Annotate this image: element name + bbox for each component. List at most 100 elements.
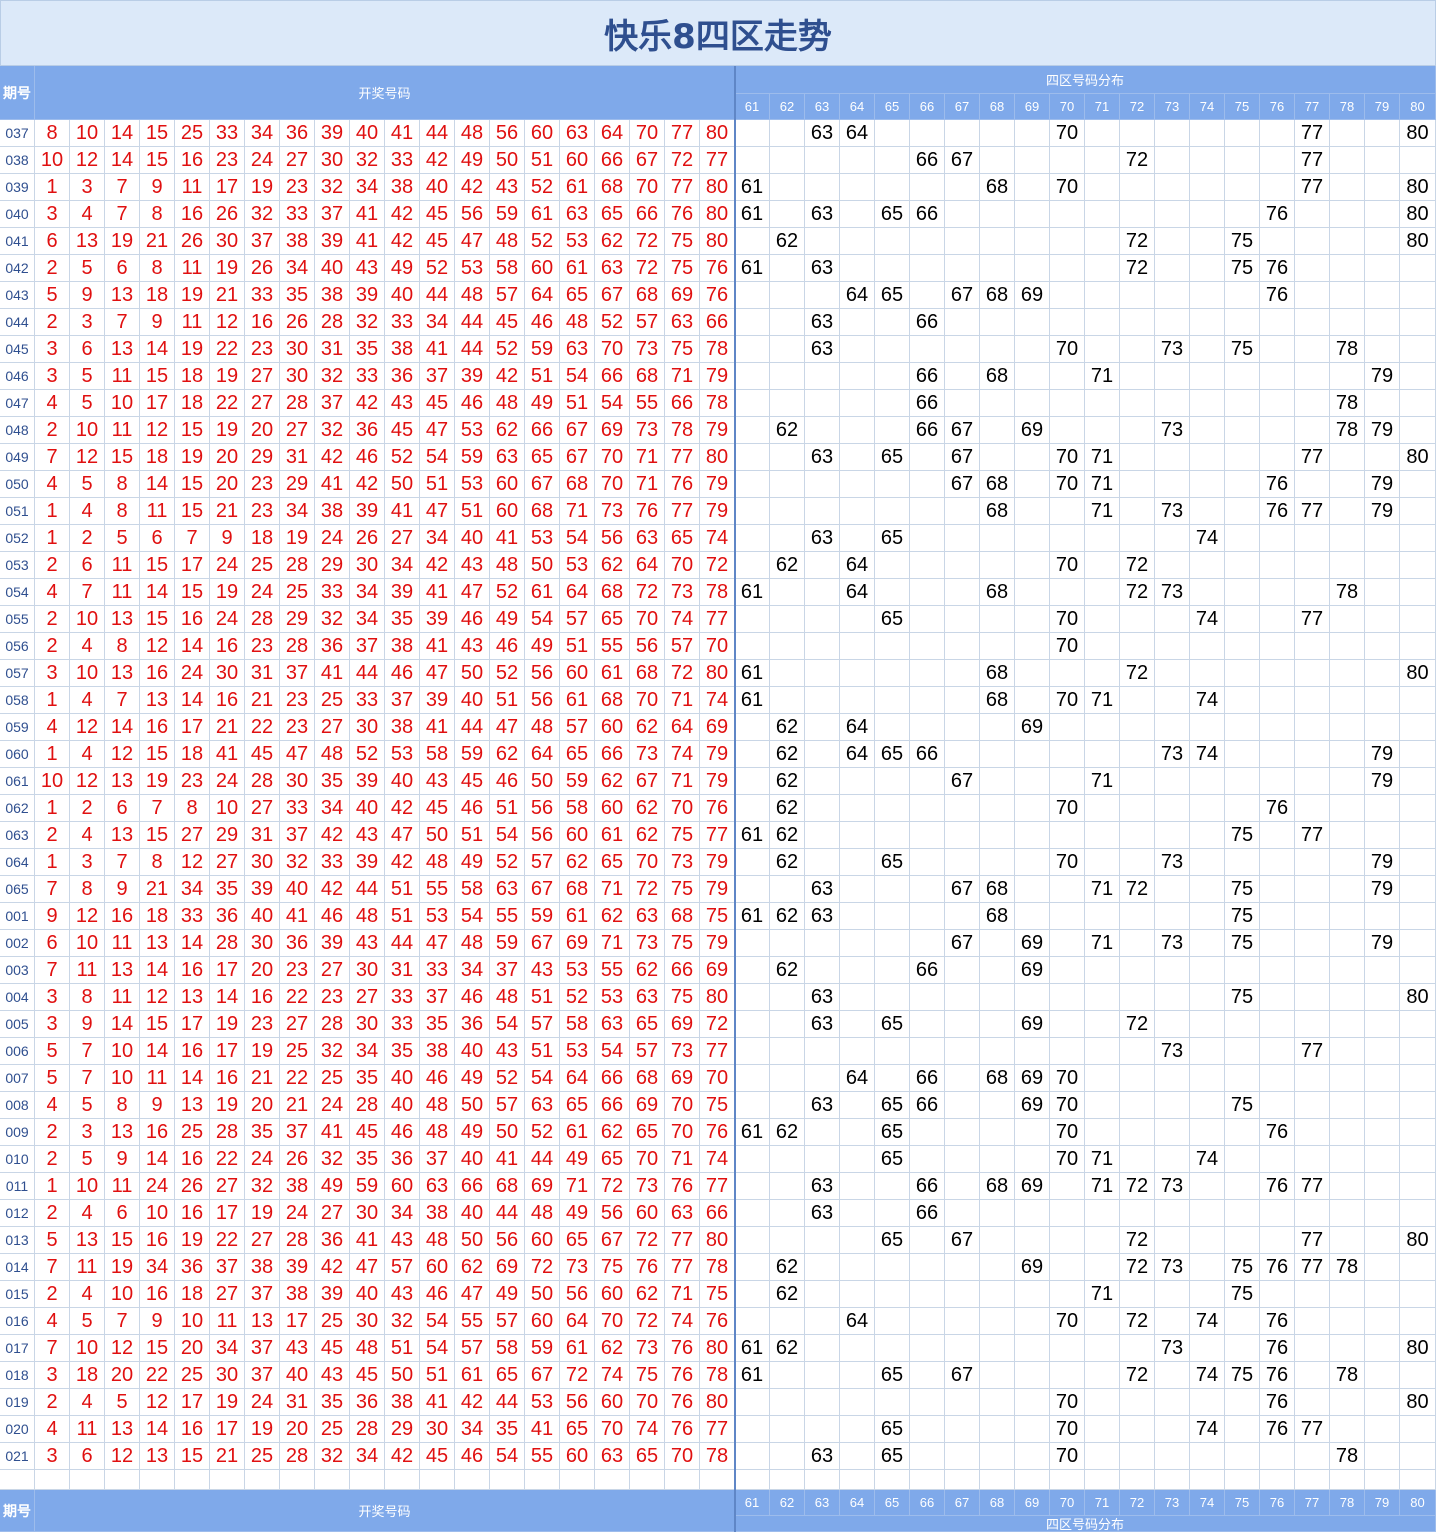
draw-number: 77	[665, 1227, 700, 1254]
zone-empty	[910, 1362, 945, 1389]
draw-number: 79	[700, 363, 735, 390]
zone-empty	[875, 228, 910, 255]
draw-number: 76	[700, 282, 735, 309]
zone-empty	[840, 498, 875, 525]
zone-empty	[805, 606, 840, 633]
draw-number: 70	[700, 1065, 735, 1092]
draw-number: 2	[35, 1281, 70, 1308]
draw-number: 75	[665, 876, 700, 903]
zone-empty	[1225, 1335, 1260, 1362]
zone-hit: 70	[1050, 552, 1085, 579]
draw-number: 9	[105, 876, 140, 903]
draw-number: 44	[455, 714, 490, 741]
zone-empty	[1120, 309, 1155, 336]
draw-number: 58	[560, 1011, 595, 1038]
draw-number: 4	[35, 1308, 70, 1335]
zone-empty	[735, 552, 770, 579]
zone-hit: 67	[945, 1227, 980, 1254]
zone-empty	[1085, 795, 1120, 822]
zone-hit: 63	[805, 255, 840, 282]
zone-empty	[875, 984, 910, 1011]
draw-number: 69	[490, 1254, 525, 1281]
zone-hit: 62	[770, 1335, 805, 1362]
zone-empty	[1155, 120, 1190, 147]
draw-number: 80	[700, 174, 735, 201]
draw-number: 67	[525, 876, 560, 903]
zone-empty	[1050, 768, 1085, 795]
zone-hit: 62	[770, 552, 805, 579]
zone-hit: 75	[1225, 1254, 1260, 1281]
zone-hit: 77	[1295, 1038, 1330, 1065]
zone-empty	[980, 822, 1015, 849]
zone-hit: 66	[910, 957, 945, 984]
zone-hit: 63	[805, 444, 840, 471]
draw-number: 34	[350, 174, 385, 201]
zone-empty	[1085, 1254, 1120, 1281]
zone-empty	[980, 1146, 1015, 1173]
zone-empty	[1085, 390, 1120, 417]
draw-number: 16	[210, 687, 245, 714]
draw-number: 59	[455, 444, 490, 471]
zone-empty	[770, 120, 805, 147]
zone-empty	[1050, 1173, 1085, 1200]
zone-empty	[1015, 768, 1050, 795]
draw-number: 54	[525, 606, 560, 633]
zone-empty	[1015, 876, 1050, 903]
zone-empty	[875, 930, 910, 957]
zone-empty	[910, 579, 945, 606]
zone-empty	[1120, 1470, 1155, 1490]
draw-number: 14	[175, 687, 210, 714]
draw-number: 61	[595, 822, 630, 849]
draw-number: 43	[350, 930, 385, 957]
draw-number: 15	[140, 1335, 175, 1362]
zone-empty	[805, 1227, 840, 1254]
draw-number: 24	[140, 1173, 175, 1200]
draw-number: 27	[210, 1281, 245, 1308]
draw-number: 42	[385, 1443, 420, 1470]
draw-number: 47	[420, 417, 455, 444]
zone-empty	[1225, 282, 1260, 309]
zone-empty	[1260, 309, 1295, 336]
draw-number: 15	[140, 552, 175, 579]
zone-empty	[1085, 552, 1120, 579]
zone-empty	[945, 1038, 980, 1065]
zone-empty	[980, 1335, 1015, 1362]
zone-empty	[1330, 984, 1365, 1011]
zone-empty	[1225, 309, 1260, 336]
zone-hit: 74	[1190, 687, 1225, 714]
issue-number: 009	[0, 1119, 35, 1146]
draw-number: 30	[245, 930, 280, 957]
draw-number: 69	[665, 1065, 700, 1092]
draw-number: 36	[455, 1011, 490, 1038]
draw-number: 65	[560, 282, 595, 309]
draw-number: 29	[280, 471, 315, 498]
draw-number: 76	[700, 795, 735, 822]
zone-empty	[805, 1335, 840, 1362]
zone-empty	[1120, 201, 1155, 228]
zone-empty	[1085, 1065, 1120, 1092]
zone-empty	[1225, 714, 1260, 741]
draw-number: 19	[175, 282, 210, 309]
draw-number: 27	[280, 417, 315, 444]
zone-empty	[770, 1227, 805, 1254]
draw-number: 10	[105, 390, 140, 417]
issue-number: 002	[0, 930, 35, 957]
issue-number: 059	[0, 714, 35, 741]
draw-number: 8	[105, 471, 140, 498]
draw-number: 28	[210, 930, 245, 957]
draw-blank	[210, 1470, 245, 1490]
zone-empty	[1365, 714, 1400, 741]
zone-empty	[1155, 1119, 1190, 1146]
zone-empty	[980, 1254, 1015, 1281]
issue-number: 013	[0, 1227, 35, 1254]
zone-empty	[1190, 1335, 1225, 1362]
zone-empty	[1365, 1200, 1400, 1227]
draw-number: 49	[525, 390, 560, 417]
zone-empty	[770, 390, 805, 417]
draw-number: 72	[595, 1173, 630, 1200]
draw-number: 61	[560, 1119, 595, 1146]
zone-empty	[805, 1146, 840, 1173]
draw-number: 19	[245, 1416, 280, 1443]
draw-number: 48	[315, 741, 350, 768]
draw-number: 63	[490, 444, 525, 471]
